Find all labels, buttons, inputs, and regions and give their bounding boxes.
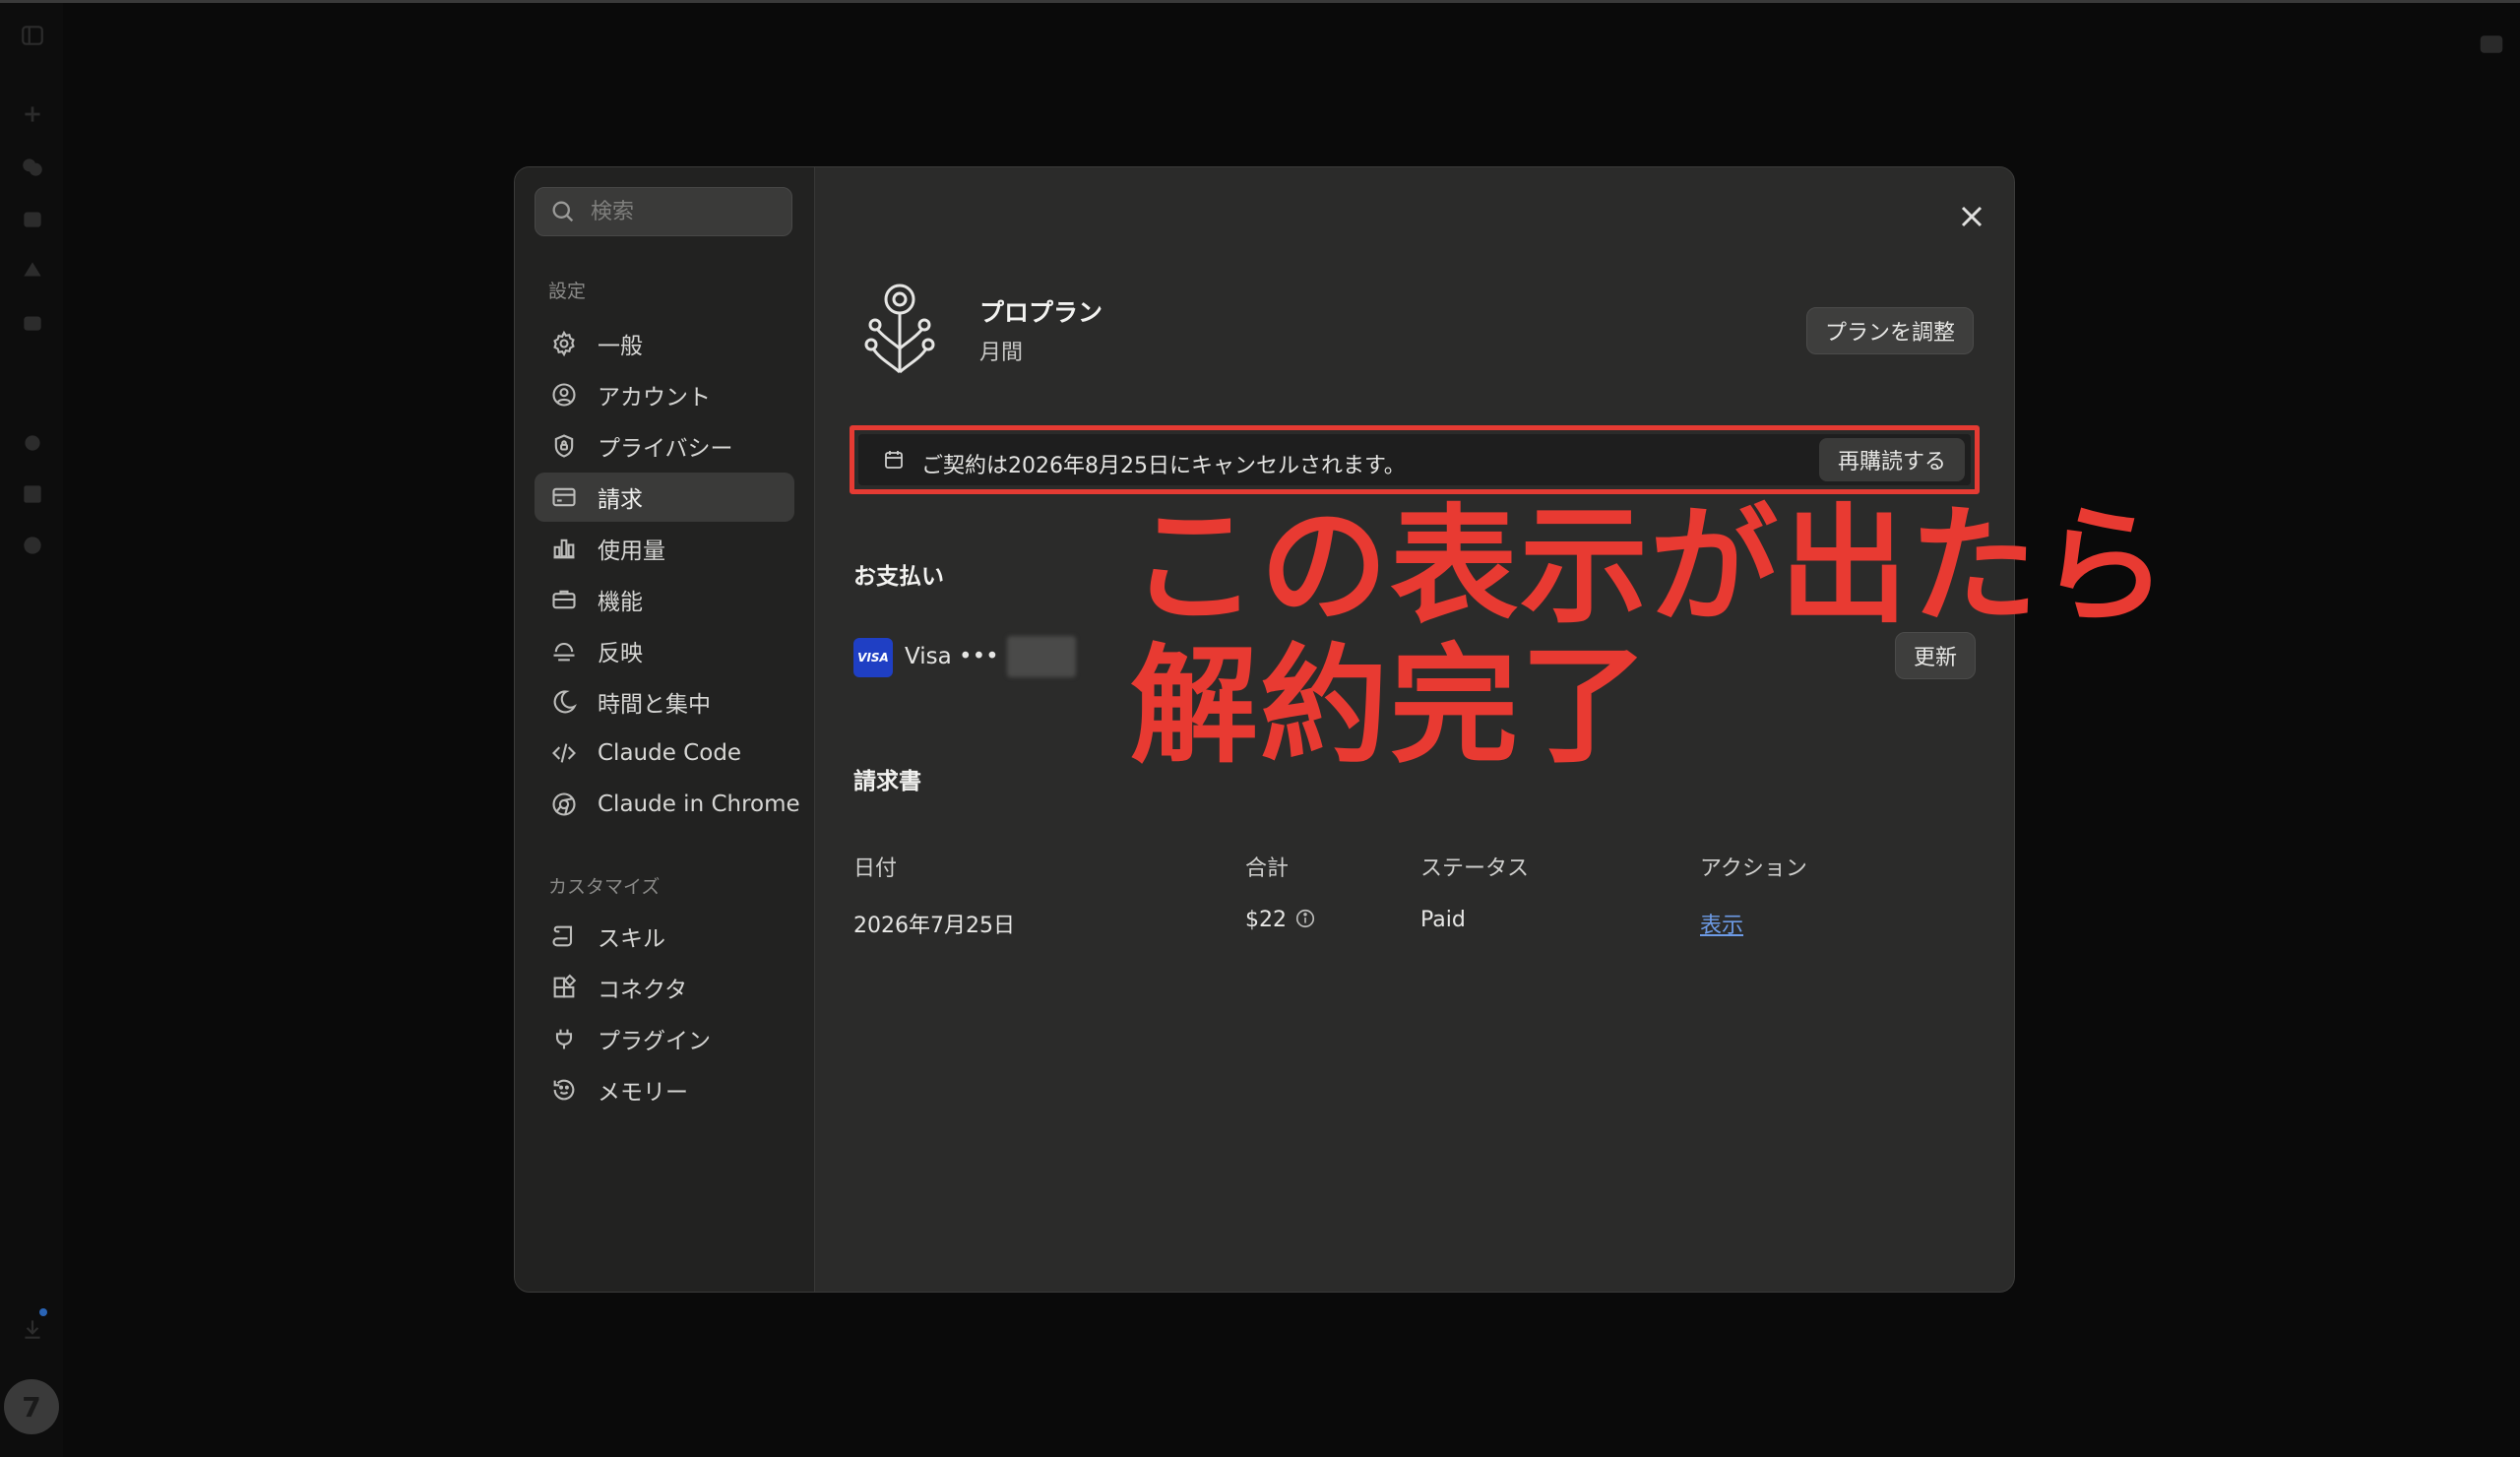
sidebar-item-claude-code[interactable]: Claude Code [535,728,794,778]
sidebar-item-label: プラグイン [598,1029,711,1054]
window-top-border [0,0,2520,3]
info-icon[interactable] [1294,908,1316,929]
sidebar-item-plugins[interactable]: プラグイン [535,1014,794,1063]
sidebar-item-label: メモリー [598,1080,688,1106]
sidebar-toggle-icon[interactable] [20,23,45,48]
settings-section-label: 設定 [548,281,587,302]
dev-icon[interactable] [20,430,45,456]
column-header-total: 合計 [1245,856,1290,881]
sidebar-item-reflect[interactable]: 反映 [535,626,794,675]
payment-heading: お支払い [853,564,944,590]
card-number-redaction [1007,636,1076,677]
sidebar-item-label: プライバシー [598,436,733,462]
moon-icon [550,688,578,716]
invoice-action: 表示 [1700,908,1743,939]
annotation-line-1: この表示が出たら [1130,491,2171,641]
cancellation-notice-highlight: ご契約は2026年8月25日にキャンセルされます。 再購読する [850,425,1980,494]
projects-icon[interactable] [20,206,45,231]
column-header-date: 日付 [853,856,898,881]
search-input[interactable] [589,198,789,225]
adjust-plan-button[interactable]: プランを調整 [1806,307,1974,354]
plan-name: プロプラン [979,298,1103,327]
close-button[interactable] [1954,199,1989,234]
credit-card-icon [550,483,578,511]
sidebar-item-label: 使用量 [598,538,665,564]
sidebar-item-label: 反映 [598,641,643,666]
search-box[interactable] [535,187,792,236]
gear-icon [550,330,578,357]
window-corner-icon[interactable] [2477,30,2506,59]
memory-icon [550,1076,578,1104]
sidebar-item-privacy[interactable]: プライバシー [535,421,794,471]
sidebar-item-label: Claude in Chrome [598,792,800,817]
plan-period: 月間 [979,341,1024,365]
code-icon [550,739,578,767]
app-sidebar: 7 [0,3,63,1457]
chats-icon[interactable] [20,155,45,180]
sidebar-item-claude-in-chrome[interactable]: Claude in Chrome [535,780,800,829]
close-icon [1961,206,1983,227]
avatar[interactable]: 7 [4,1379,59,1434]
tool-icon[interactable] [20,533,45,558]
sidebar-item-billing[interactable]: 請求 [535,473,794,522]
invoices-heading: 請求書 [853,769,921,794]
invoice-date: 2026年7月25日 [853,914,1015,938]
shield-icon [550,432,578,460]
visa-card-icon: VISA [853,638,893,677]
reflect-icon [550,637,578,665]
scroll-icon [550,922,578,950]
notification-dot [39,1308,47,1316]
cancellation-text: ご契約は2026年8月25日にキャンセルされます。 [921,454,1406,478]
plan-icon [861,282,938,380]
sidebar-item-label: スキル [598,926,665,952]
invoice-total: $22 [1245,908,1316,932]
sidebar-item-label: 一般 [598,334,643,359]
resubscribe-button[interactable]: 再購読する [1819,438,1965,481]
artifacts-icon[interactable] [20,257,45,283]
invoice-total-value: $22 [1245,908,1287,932]
list-icon[interactable] [20,481,45,507]
briefcase-icon [550,586,578,613]
sidebar-item-time-focus[interactable]: 時間と集中 [535,677,794,727]
search-icon [552,201,574,222]
column-header-status: ステータス [1420,856,1530,881]
code-nav-icon[interactable] [20,310,45,336]
column-header-action: アクション [1700,856,1807,881]
sidebar-item-skills[interactable]: スキル [535,912,794,961]
customize-section-label: カスタマイズ [548,876,661,898]
chrome-icon [550,791,578,818]
plug-icon [550,1025,578,1052]
sidebar-item-connectors[interactable]: コネクタ [535,963,794,1012]
card-number: Visa ••• [905,644,999,669]
download-icon[interactable] [20,1316,45,1342]
sidebar-item-label: 機能 [598,590,643,615]
calendar-icon [882,448,906,472]
sidebar-item-memory[interactable]: メモリー [535,1065,794,1114]
sidebar-item-label: アカウント [598,385,711,411]
sidebar-item-label: コネクタ [598,978,688,1003]
settings-sidebar: 設定 一般 アカウント プライバシー 請求 使用量 機能 反映 [515,167,815,1292]
invoice-status: Paid [1420,908,1466,932]
sidebar-item-features[interactable]: 機能 [535,575,794,624]
new-chat-icon[interactable] [20,101,45,127]
sidebar-item-general[interactable]: 一般 [535,319,794,368]
sidebar-item-label: 時間と集中 [598,692,711,718]
user-circle-icon [550,381,578,409]
sidebar-item-account[interactable]: アカウント [535,370,794,419]
sidebar-item-label: Claude Code [598,740,742,766]
bar-chart-icon [550,535,578,562]
cancellation-notice: ご契約は2026年8月25日にキャンセルされます。 再購読する [858,434,1971,485]
annotation-line-2: 解約完了 [1130,631,1651,781]
view-invoice-link[interactable]: 表示 [1700,914,1743,938]
sidebar-item-usage[interactable]: 使用量 [535,524,794,573]
sidebar-item-label: 請求 [598,487,643,513]
connector-icon [550,974,578,1001]
